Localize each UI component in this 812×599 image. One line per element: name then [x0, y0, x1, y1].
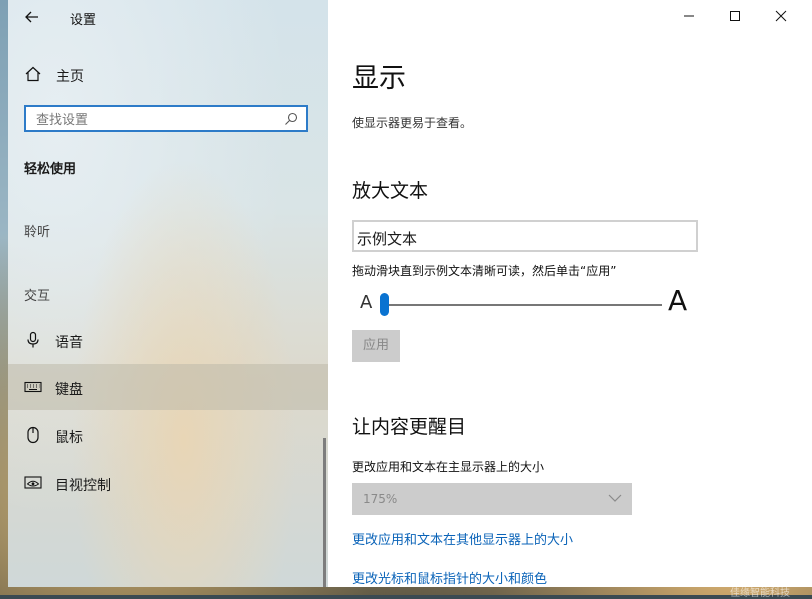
section-heading-make-everything-bigger: 让内容更醒目 — [352, 416, 467, 438]
minimize-icon — [684, 15, 694, 17]
sample-text: 示例文本 — [357, 230, 418, 248]
mouse-icon — [27, 426, 39, 444]
scale-label: 更改应用和文本在主显示器上的大小 — [352, 460, 545, 474]
search-icon[interactable] — [284, 112, 298, 126]
page-title: 显示 — [352, 63, 406, 94]
maximize-icon — [730, 11, 740, 21]
section-heading-text-size: 放大文本 — [352, 180, 429, 202]
sidebar-item-label: 键盘 — [55, 382, 83, 398]
title-bar: 设置 — [8, 0, 328, 34]
eye-control-icon — [24, 476, 42, 489]
search-box[interactable] — [24, 105, 308, 132]
back-button[interactable] — [20, 6, 44, 28]
scale-dropdown[interactable]: 175% — [352, 483, 632, 515]
sample-text-box: 示例文本 — [352, 220, 698, 252]
sidebar-item-eye-control[interactable]: 目视控制 — [8, 460, 328, 506]
sidebar-item-home[interactable]: 主页 — [8, 58, 328, 92]
maximize-button[interactable] — [712, 0, 758, 32]
close-button[interactable] — [758, 0, 804, 32]
sidebar: 设置 主页 轻松使用 聆听 交互 语音 — [8, 0, 328, 587]
scale-value: 175% — [363, 492, 398, 506]
sidebar-item-label: 语音 — [55, 335, 83, 351]
watermark: 佳缘智能科技 — [730, 588, 790, 599]
link-cursor-pointer-size[interactable]: 更改光标和鼠标指针的大小和颜色 — [352, 568, 547, 587]
settings-window: 设置 主页 轻松使用 聆听 交互 语音 — [8, 0, 812, 587]
app-title: 设置 — [70, 13, 97, 28]
keyboard-icon — [24, 381, 42, 393]
microphone-icon — [27, 331, 39, 348]
main-pane: 显示 使显示器更易于查看。 放大文本 示例文本 拖动滑块直到示例文本清晰可读，然… — [328, 0, 812, 587]
page-description: 使显示器更易于查看。 — [352, 116, 473, 130]
section-title: 轻松使用 — [24, 162, 77, 177]
sidebar-item-speech[interactable]: 语音 — [8, 317, 328, 363]
search-input[interactable] — [34, 110, 278, 130]
chevron-down-icon — [608, 494, 622, 502]
group-label-hearing: 聆听 — [24, 225, 51, 240]
text-size-slider-thumb[interactable] — [380, 293, 389, 316]
text-size-slider-track[interactable] — [384, 304, 662, 306]
sidebar-item-mouse[interactable]: 鼠标 — [8, 412, 328, 458]
sidebar-item-label: 鼠标 — [55, 430, 83, 446]
minimize-button[interactable] — [666, 0, 712, 32]
apply-button[interactable]: 应用 — [352, 330, 400, 362]
sidebar-scrollbar[interactable] — [323, 438, 326, 587]
close-icon — [775, 10, 787, 22]
link-other-displays-scale[interactable]: 更改应用和文本在其他显示器上的大小 — [352, 529, 573, 548]
sidebar-item-label: 目视控制 — [55, 478, 111, 494]
group-label-interaction: 交互 — [24, 289, 51, 304]
sidebar-item-keyboard[interactable]: 键盘 — [8, 364, 328, 410]
slider-instruction: 拖动滑块直到示例文本清晰可读，然后单击“应用” — [352, 264, 617, 278]
slider-max-label: A — [668, 284, 688, 317]
back-arrow-icon — [25, 11, 38, 23]
home-icon — [25, 66, 41, 82]
slider-min-label: A — [360, 292, 373, 313]
sidebar-item-label: 主页 — [56, 69, 84, 85]
